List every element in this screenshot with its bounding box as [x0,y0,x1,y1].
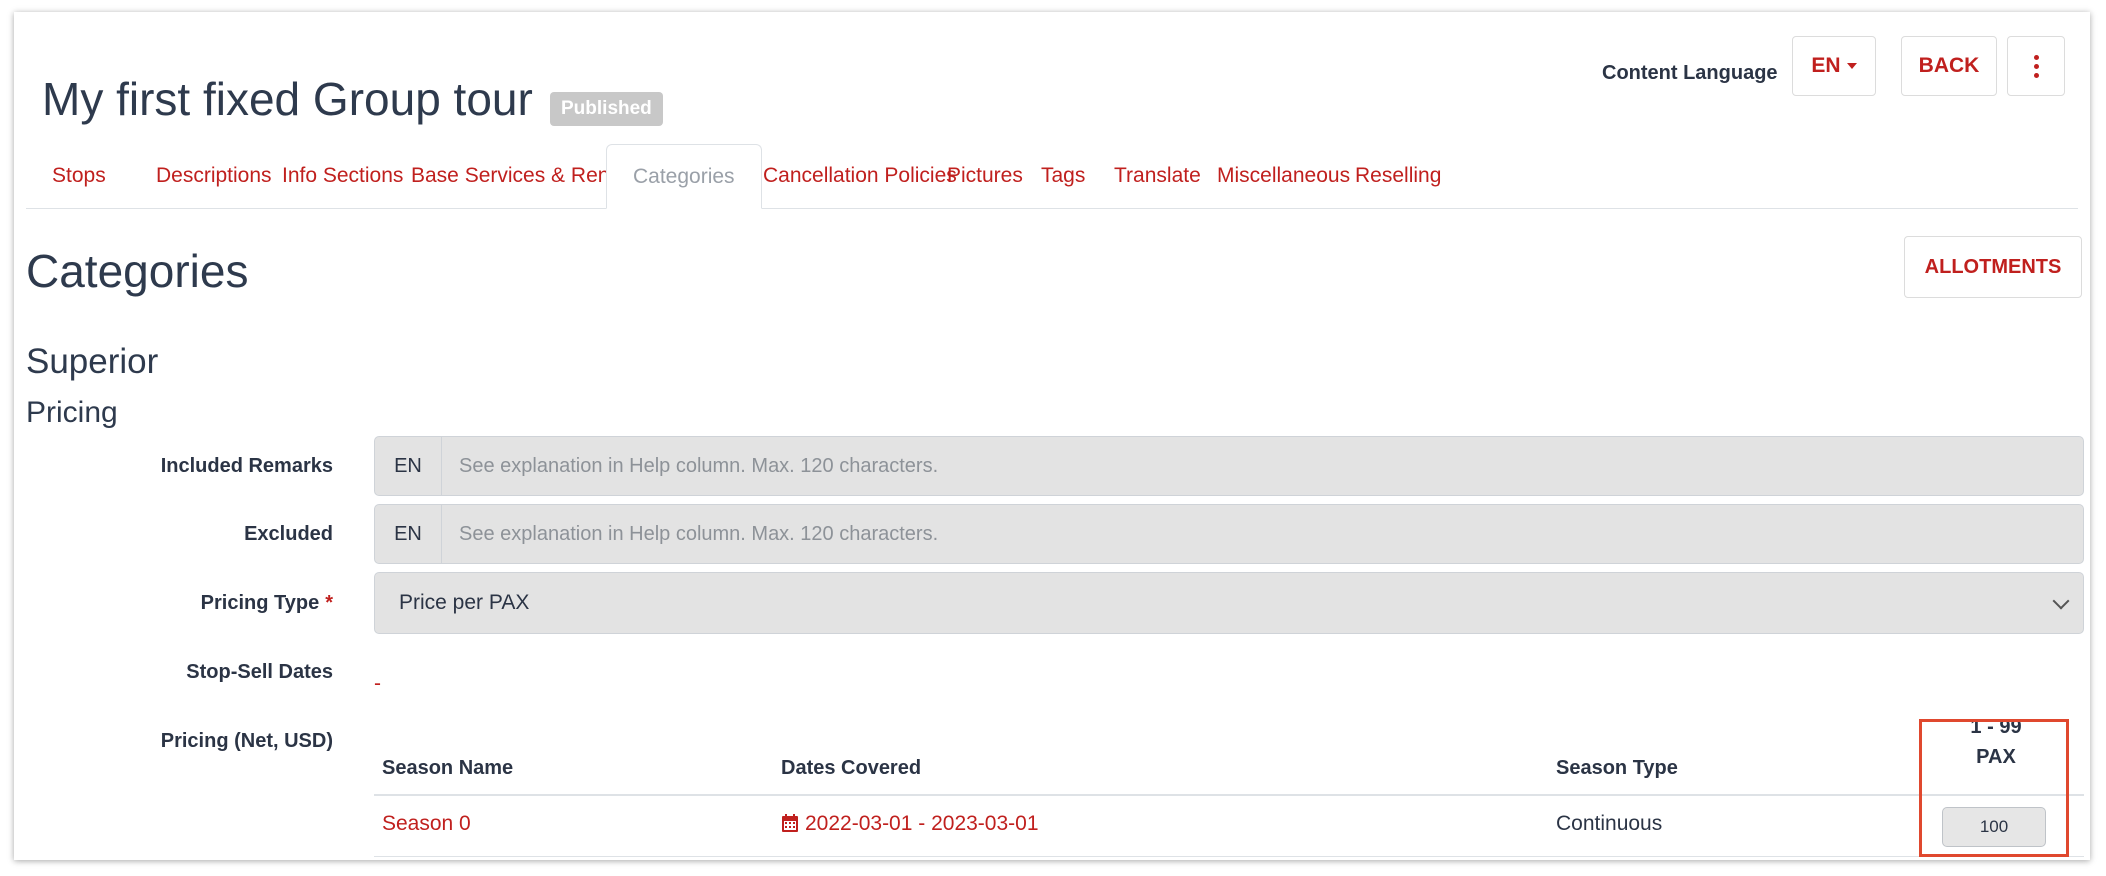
pricing-type-label: Pricing Type * [201,592,333,615]
dates-covered-link[interactable]: 2022-03-01 - 2023-03-01 [781,812,1039,836]
table-header-divider [374,794,2084,796]
chevron-down-icon [2052,592,2070,610]
excluded-label: Excluded [244,523,333,545]
content-language-label: Content Language [1602,62,1778,84]
included-remarks-field[interactable]: EN See explanation in Help column. Max. … [374,436,2084,496]
more-vertical-icon [2033,54,2039,78]
pricing-heading: Pricing [26,396,118,429]
page-title: My first fixed Group tour [42,73,533,125]
season-type-value: Continuous [1556,812,1663,835]
dates-covered-text: 2022-03-01 - 2023-03-01 [805,812,1039,835]
caret-down-icon [1846,63,1857,69]
included-remarks-input[interactable]: See explanation in Help column. Max. 120… [442,437,2083,495]
tab-stops[interactable]: Stops [26,144,132,208]
tab-reselling[interactable]: Reselling [1329,144,1467,208]
calendar-icon [782,814,798,832]
season-name-link[interactable]: Season 0 [382,812,471,836]
excluded-field[interactable]: EN See explanation in Help column. Max. … [374,504,2084,564]
stop-sell-dates-label: Stop-Sell Dates [186,661,333,683]
language-addon: EN [375,505,442,563]
table-row-divider [374,856,2084,857]
excluded-input[interactable]: See explanation in Help column. Max. 120… [442,505,2083,563]
app-frame: My first fixed Group tour Published Cont… [14,12,2090,860]
pricing-type-select[interactable]: Price per PAX [374,572,2084,634]
included-remarks-label: Included Remarks [160,455,333,477]
column-header-dates-covered: Dates Covered [781,757,922,779]
section-heading-categories: Categories [26,245,249,297]
tab-bar: Stops Descriptions Info Sections Base Se… [26,144,2078,209]
language-button-label: EN [1811,54,1841,77]
stop-sell-dates-link[interactable]: - [374,672,381,696]
language-dropdown-button[interactable]: EN [1792,36,1876,96]
required-marker: * [325,592,333,614]
pricing-type-label-text: Pricing Type [200,592,320,614]
column-header-season-name: Season Name [382,757,514,779]
category-name: Superior [26,342,159,381]
status-badge: Published [550,92,663,126]
more-options-button[interactable] [2007,36,2065,96]
highlight-box [1919,719,2069,857]
language-addon: EN [375,437,442,495]
column-header-season-type: Season Type [1556,757,1678,779]
pricing-net-label: Pricing (Net, USD) [160,730,333,752]
back-button[interactable]: BACK [1901,36,1997,96]
allotments-button[interactable]: ALLOTMENTS [1904,236,2082,298]
pricing-type-value: Price per PAX [399,591,530,614]
